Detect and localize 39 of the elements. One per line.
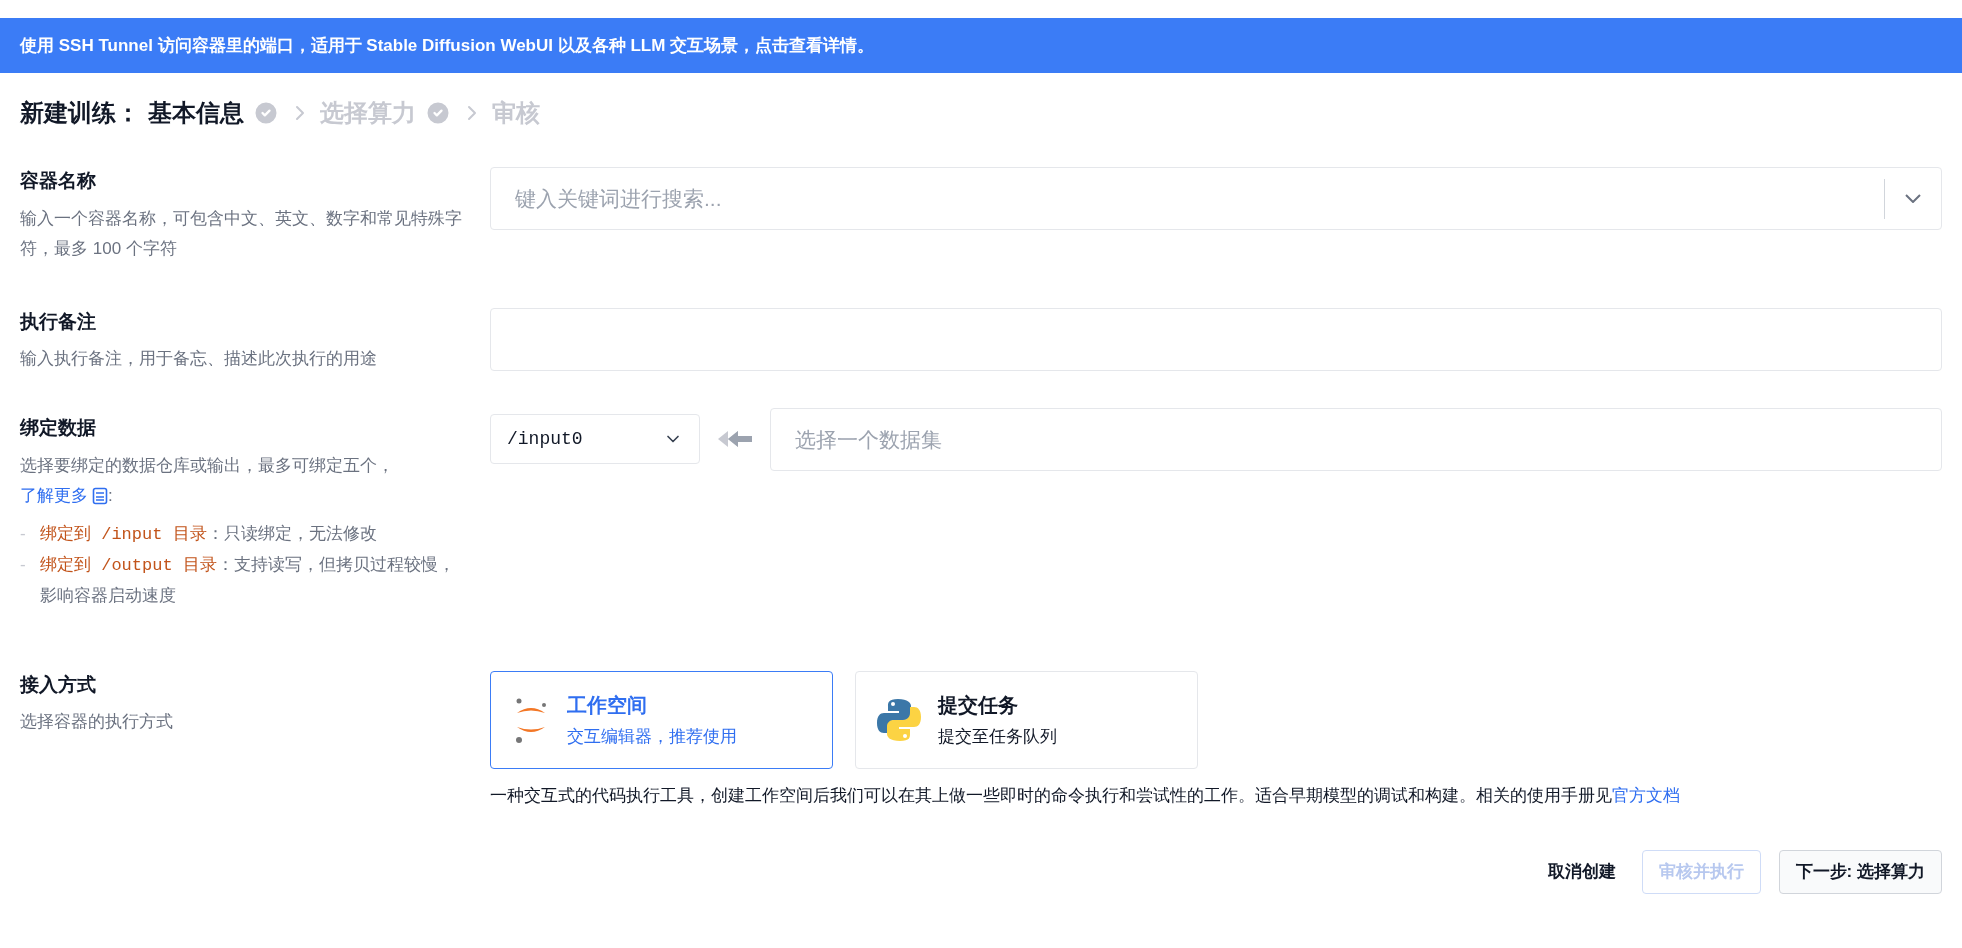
step-label: 基本信息 [148,98,244,128]
field-hint: 输入一个容器名称，可包含中文、英文、数字和常见特殊字符，最多 100 个字符 [20,207,463,260]
access-option-card[interactable]: 提交任务 提交至任务队列 [855,670,1198,769]
description-text: 一种交互式的代码执行工具，创建工作空间后我们可以在其上做一些即时的命令执行和尝试性的工作。适合早期模型的调试和构建。相关的使用手册见官方文档 [490,784,1681,807]
snake-logo-icon [876,696,922,743]
info-banner[interactable]: 使用 SSH Tunnel 访问容器里的端口，适用于 Stable Diffusion WebUI 以及各种 LLM 交互场景，点击查看详情。 [0,18,1962,73]
mount-path-select[interactable]: /input0 [490,414,700,464]
rule-text: 绑定到 /input 目录：只读绑定，无法修改 [40,522,377,546]
colon-text: : [108,484,113,507]
dataset-input[interactable]: 选择一个数据集 [770,408,1942,471]
option-subtitle: 提交至任务队列 [938,725,1057,748]
mount-path-value: /input0 [507,427,583,451]
field-hint: 选择要绑定的数据仓库或输出，最多可绑定五个， [20,455,394,475]
option-title: 工作空间 [567,692,648,718]
double-arrow-left-icon [718,430,752,448]
field-label: 容器名称 [20,169,97,193]
page-title: 新建训练： [20,98,140,128]
field-label: 接入方式 [20,672,97,697]
container-name-select[interactable]: 键入关键词进行搜索... [490,167,1942,230]
chevron-down-icon [1905,194,1921,203]
search-input[interactable]: 键入关键词进行搜索... [491,182,1884,215]
document-icon [92,486,108,505]
option-subtitle: 交互编辑器，推荐使用 [567,725,737,748]
step-label: 选择算力 [320,98,416,128]
access-option-card[interactable]: 工作空间 交互编辑器，推荐使用 [490,670,833,769]
docs-link[interactable]: 官方文档 [1612,785,1680,805]
action-button[interactable]: 取消创建 [1539,849,1624,894]
field-hint: 输入执行备注，用于备忘、描述此次执行的用途 [20,348,378,370]
field-label: 绑定数据 [20,416,97,440]
field-label: 执行备注 [20,309,97,334]
learn-more-link[interactable]: 了解更多 [20,480,108,511]
step-label: 审核 [492,98,540,128]
action-button[interactable]: 下一步: 选择算力 [1778,849,1942,894]
dash-mark: - [20,554,26,574]
field-hint: 选择容器的执行方式 [20,711,174,733]
rule-text: 绑定到 /output 目录：支持读写，但拷贝过程较慢，影响容器启动速度 [40,553,456,607]
dash-mark: - [20,523,26,543]
option-title: 提交任务 [938,692,1019,718]
remark-input[interactable] [490,307,1942,371]
